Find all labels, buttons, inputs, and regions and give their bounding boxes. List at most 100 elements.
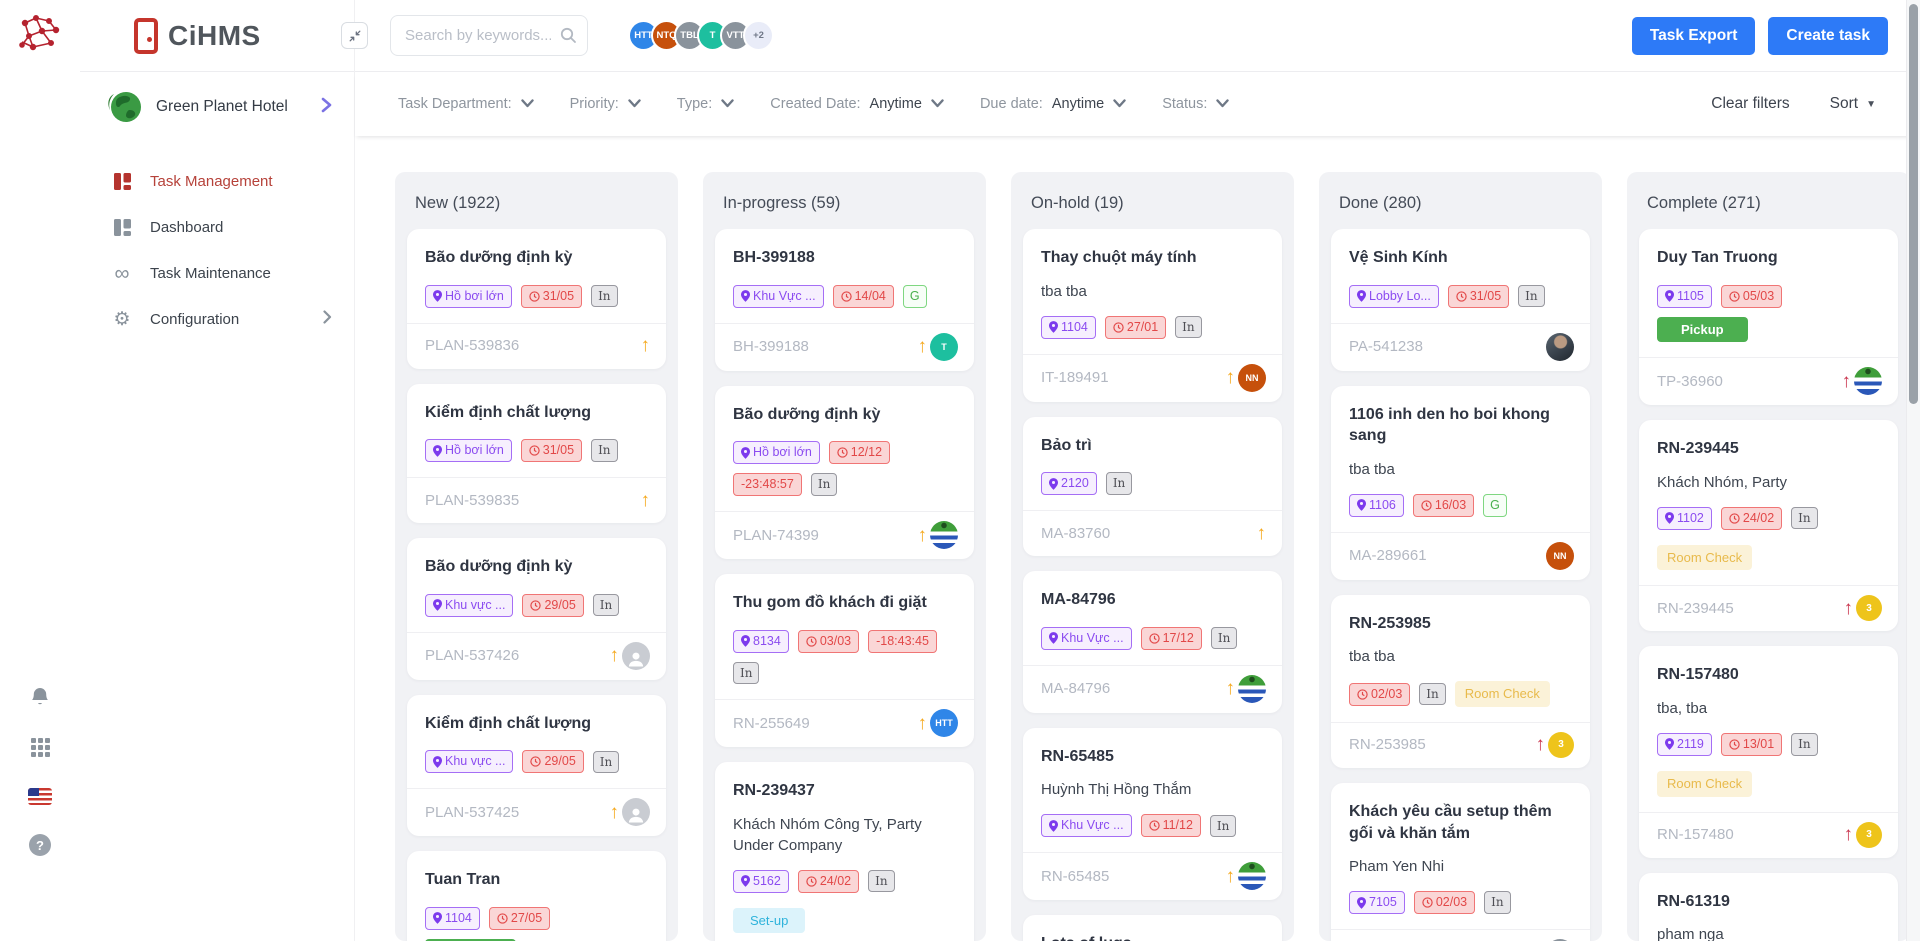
due-date-tag: 29/05 xyxy=(522,593,584,617)
collapse-sidebar-button[interactable] xyxy=(341,22,368,49)
task-card[interactable]: Duy Tan Truong 1105 05/03 Pickup TP-36960 ↑ xyxy=(1639,229,1898,406)
tag-row: Hồ bơi lớn 31/05 In xyxy=(425,439,648,463)
tag-row: 1102 24/02 In xyxy=(1657,506,1880,530)
task-card[interactable]: Bão dưỡng định kỳ Hồ bơi lớn 31/05 In PLAN-5… xyxy=(407,229,666,369)
tag-row: Lobby Lo... 31/05 In xyxy=(1349,284,1572,308)
sidebar-item-configuration[interactable]: ⚙ Configuration xyxy=(80,296,354,342)
location-tag: 2120 xyxy=(1041,472,1097,496)
clock-icon xyxy=(806,876,817,887)
task-card[interactable]: Kiểm định chất lượng Hồ bơi lớn 31/05 In PLA… xyxy=(407,383,666,524)
tag-row: Set-up xyxy=(733,907,956,934)
in-tag: In xyxy=(591,284,618,308)
in-tag: In xyxy=(1209,814,1237,838)
tag-row: 8134 03/03 -18:43:45 In xyxy=(733,629,956,685)
column-cards: Vệ Sinh Kính Lobby Lo... 31/05 In PA-541238 1… xyxy=(1319,229,1602,941)
help-icon[interactable]: ? xyxy=(27,832,53,858)
assignee-avatar: NN xyxy=(1546,541,1574,570)
due-date-tag: 24/02 xyxy=(1720,506,1783,530)
task-export-button[interactable]: Task Export xyxy=(1631,16,1756,55)
language-us-flag-icon[interactable] xyxy=(27,783,53,809)
task-card[interactable]: Vệ Sinh Kính Lobby Lo... 31/05 In PA-541238 xyxy=(1331,229,1590,371)
filters: Task Department: Priority: Type: Created Da… xyxy=(398,95,1230,113)
tag-row: 2119 13/01 In xyxy=(1657,732,1880,756)
filter-label: Priority: xyxy=(569,96,619,112)
sort-button[interactable]: Sort ▼ xyxy=(1830,95,1876,113)
priority-arrow-icon: ↑ xyxy=(609,645,620,667)
tag-row: 110427/05Pickup xyxy=(425,906,648,941)
due-date-tag: 31/05 xyxy=(520,439,583,463)
filter-priority[interactable]: Priority: xyxy=(570,95,641,113)
task-id: PLAN-74399 xyxy=(733,526,819,544)
task-card[interactable]: Bão dưỡng định kỳ Hồ bơi lớn 12/12 -23:48:5… xyxy=(715,385,974,560)
task-card[interactable]: Bão dưỡng định kỳ Khu vực ... 29/05 In PLAN-… xyxy=(407,538,666,680)
task-card[interactable]: Thay chuột máy tính tba tba 1104 27/01 In IT-… xyxy=(1023,229,1282,402)
footer-icons: ↑ xyxy=(918,521,958,550)
brand-network-icon xyxy=(18,14,62,54)
map-pin-icon xyxy=(1665,290,1674,302)
scrollbar-thumb[interactable] xyxy=(1909,4,1918,404)
task-card[interactable]: RN-61319pham nga111303/12InRoom Check xyxy=(1639,872,1898,941)
assignee-photo-avatar xyxy=(1546,332,1574,361)
column-cards: Duy Tan Truong 1105 05/03 Pickup TP-36960 ↑ RN… xyxy=(1627,229,1910,941)
task-card[interactable]: BH-399188 Khu Vực ... 14/04 G BH-399188 ↑ T xyxy=(715,229,974,371)
filter-status[interactable]: Status: xyxy=(1162,95,1230,113)
task-id: PLAN-537425 xyxy=(425,803,520,821)
filter-type[interactable]: Type: xyxy=(677,95,734,113)
clear-filters-button[interactable]: Clear filters xyxy=(1711,95,1789,113)
task-card[interactable]: RN-239437 Khách Nhóm Công Ty, Party Under… xyxy=(715,762,974,941)
user-avatar[interactable] xyxy=(23,881,57,915)
task-title: RN-65485 xyxy=(1041,747,1114,765)
task-card[interactable]: RN-65485 Huỳnh Thị Hồng Thắm Khu Vực ... 11… xyxy=(1023,727,1282,901)
task-card[interactable]: RN-239445 Khách Nhóm, Party 1102 24/02 In Roo… xyxy=(1639,420,1898,632)
task-card[interactable]: 1106 inh den ho boi khong sang tba tba 110… xyxy=(1331,385,1590,580)
task-card[interactable]: Khách yêu cầu setup thêm gối và khăn tắm… xyxy=(1331,782,1590,941)
task-card[interactable]: Lots of lugs xyxy=(1023,915,1282,941)
task-id: MA-84796 xyxy=(1041,680,1111,698)
task-card[interactable]: RN-253985 tba tba 02/03 In Room Check RN-2539… xyxy=(1331,594,1590,768)
dashboard-blocks-icon xyxy=(112,171,132,191)
member-avatar[interactable]: +2 xyxy=(743,20,774,51)
task-id: PA-541238 xyxy=(1349,338,1423,356)
in-tag: In xyxy=(1210,627,1238,650)
tag-row: 02/03 In Room Check xyxy=(1349,681,1572,707)
task-id: RN-157480 xyxy=(1657,826,1734,844)
task-title: 1106 inh den ho boi khong sang xyxy=(1349,405,1550,445)
task-id: RN-239445 xyxy=(1657,599,1734,617)
hotel-earth-icon xyxy=(106,88,144,126)
location-tag: Hồ bơi lớn xyxy=(425,439,512,463)
location-tag: Khu Vực ... xyxy=(733,284,824,308)
card-footer: RN-65485 ↑ xyxy=(1023,852,1282,900)
task-title: RN-239437 xyxy=(733,782,815,800)
footer-icons: ↑ xyxy=(1257,524,1267,543)
search-input[interactable] xyxy=(390,15,588,56)
column-cards: Thay chuột máy tính tba tba 1104 27/01 In IT-… xyxy=(1011,229,1294,941)
task-id: PLAN-539835 xyxy=(425,491,520,509)
card-footer: PLAN-74399 ↑ xyxy=(715,511,974,559)
main-content: HTTNTQTBLTVTT+2 Task Export Create task … xyxy=(341,0,1920,941)
sidebar-item-task-maintenance[interactable]: ∞ Task Maintenance xyxy=(80,250,354,296)
countdown-tag: -18:43:45 xyxy=(868,629,937,653)
map-pin-icon xyxy=(1049,632,1058,645)
task-card[interactable]: RN-157480 tba, tba 2119 13/01 In Room Check RN… xyxy=(1639,646,1898,858)
task-title: RN-157480 xyxy=(1657,666,1739,684)
filter-due-date[interactable]: Due date: Anytime xyxy=(980,95,1126,113)
footer-icons: ↑ HTT xyxy=(918,709,958,738)
sidebar-item-task-management[interactable]: Task Management xyxy=(80,158,354,204)
due-date-tag: 29/05 xyxy=(522,750,584,774)
hotel-selector[interactable]: Green Planet Hotel xyxy=(80,72,354,142)
column-header: In-progress (59) xyxy=(723,194,841,212)
filter-created-date[interactable]: Created Date: Anytime xyxy=(770,95,944,113)
create-task-button[interactable]: Create task xyxy=(1768,16,1888,55)
sidebar-item-dashboard[interactable]: Dashboard xyxy=(80,204,354,250)
filter-label: Due date: xyxy=(979,96,1043,112)
apps-grid-icon[interactable] xyxy=(27,734,53,760)
tag-row: 1105 05/03 Pickup xyxy=(1657,284,1880,343)
map-pin-icon xyxy=(741,290,750,302)
filter-task-department[interactable]: Task Department: xyxy=(398,95,534,113)
task-card[interactable]: Tuan Tran110427/05Pickup xyxy=(407,851,666,941)
notifications-bell-icon[interactable] xyxy=(27,685,53,711)
task-card[interactable]: MA-84796 Khu Vực ... 17/12 In MA-84796 ↑ xyxy=(1023,571,1282,713)
task-card[interactable]: Kiểm định chất lượng Khu vực ... 29/05 In PL… xyxy=(407,694,666,837)
task-card[interactable]: Thu gom đồ khách đi giặt 8134 03/03 -18:43:… xyxy=(715,574,974,748)
task-card[interactable]: Bảo trì 2120 In MA-83760 ↑ xyxy=(1023,416,1282,557)
